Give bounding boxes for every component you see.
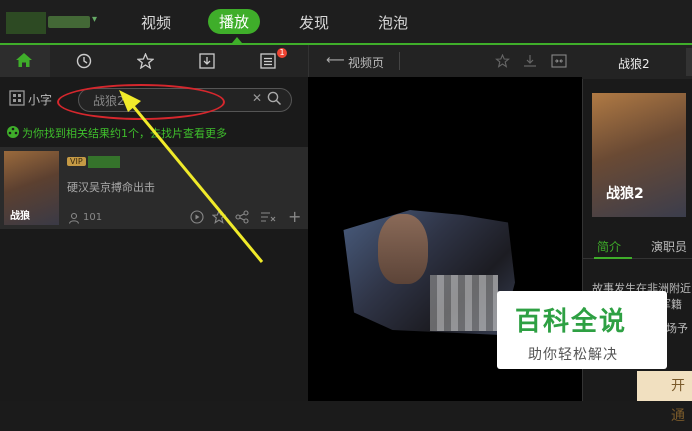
watermark-title: 百科全说 [515,307,628,337]
watermark-subtitle: 助你轻松解决 [528,347,618,363]
